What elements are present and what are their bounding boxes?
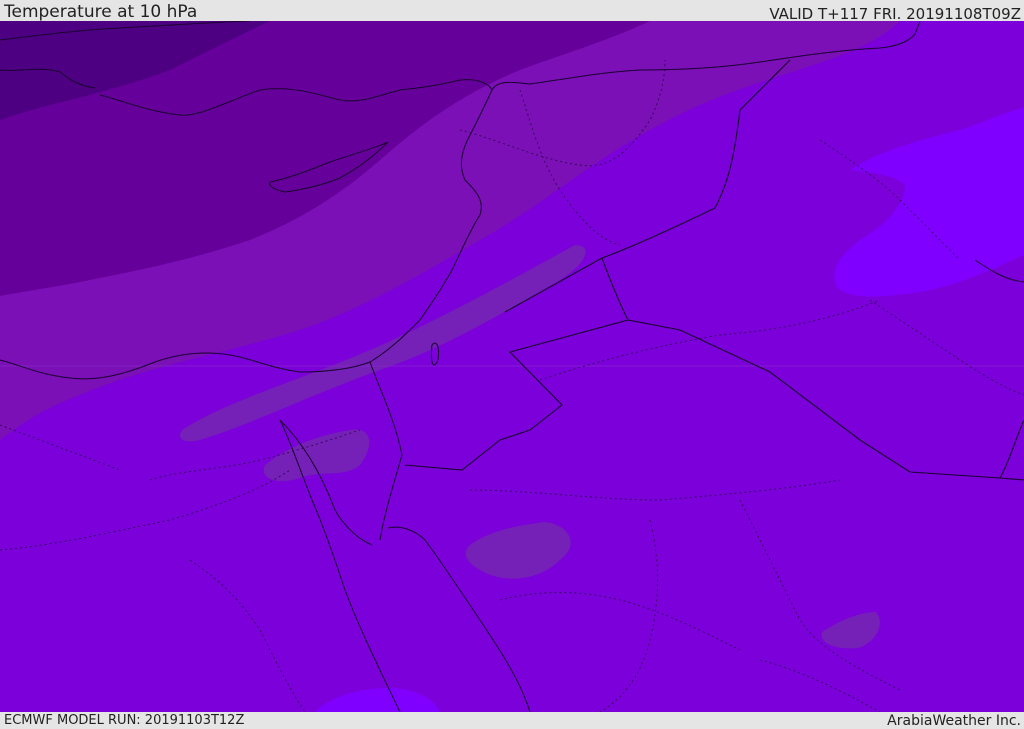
map-title: Temperature at 10 hPa (4, 2, 198, 22)
header-bar: Temperature at 10 hPa VALID T+117 FRI. 2… (0, 0, 1024, 23)
valid-time: VALID T+117 FRI. 20191108T09Z (769, 5, 1021, 23)
model-run: ECMWF MODEL RUN: 20191103T12Z (4, 713, 245, 728)
footer-bar: ECMWF MODEL RUN: 20191103T12Z ArabiaWeat… (0, 712, 1024, 729)
weather-map (0, 21, 1024, 712)
credit-text: ArabiaWeather Inc. (887, 713, 1021, 729)
